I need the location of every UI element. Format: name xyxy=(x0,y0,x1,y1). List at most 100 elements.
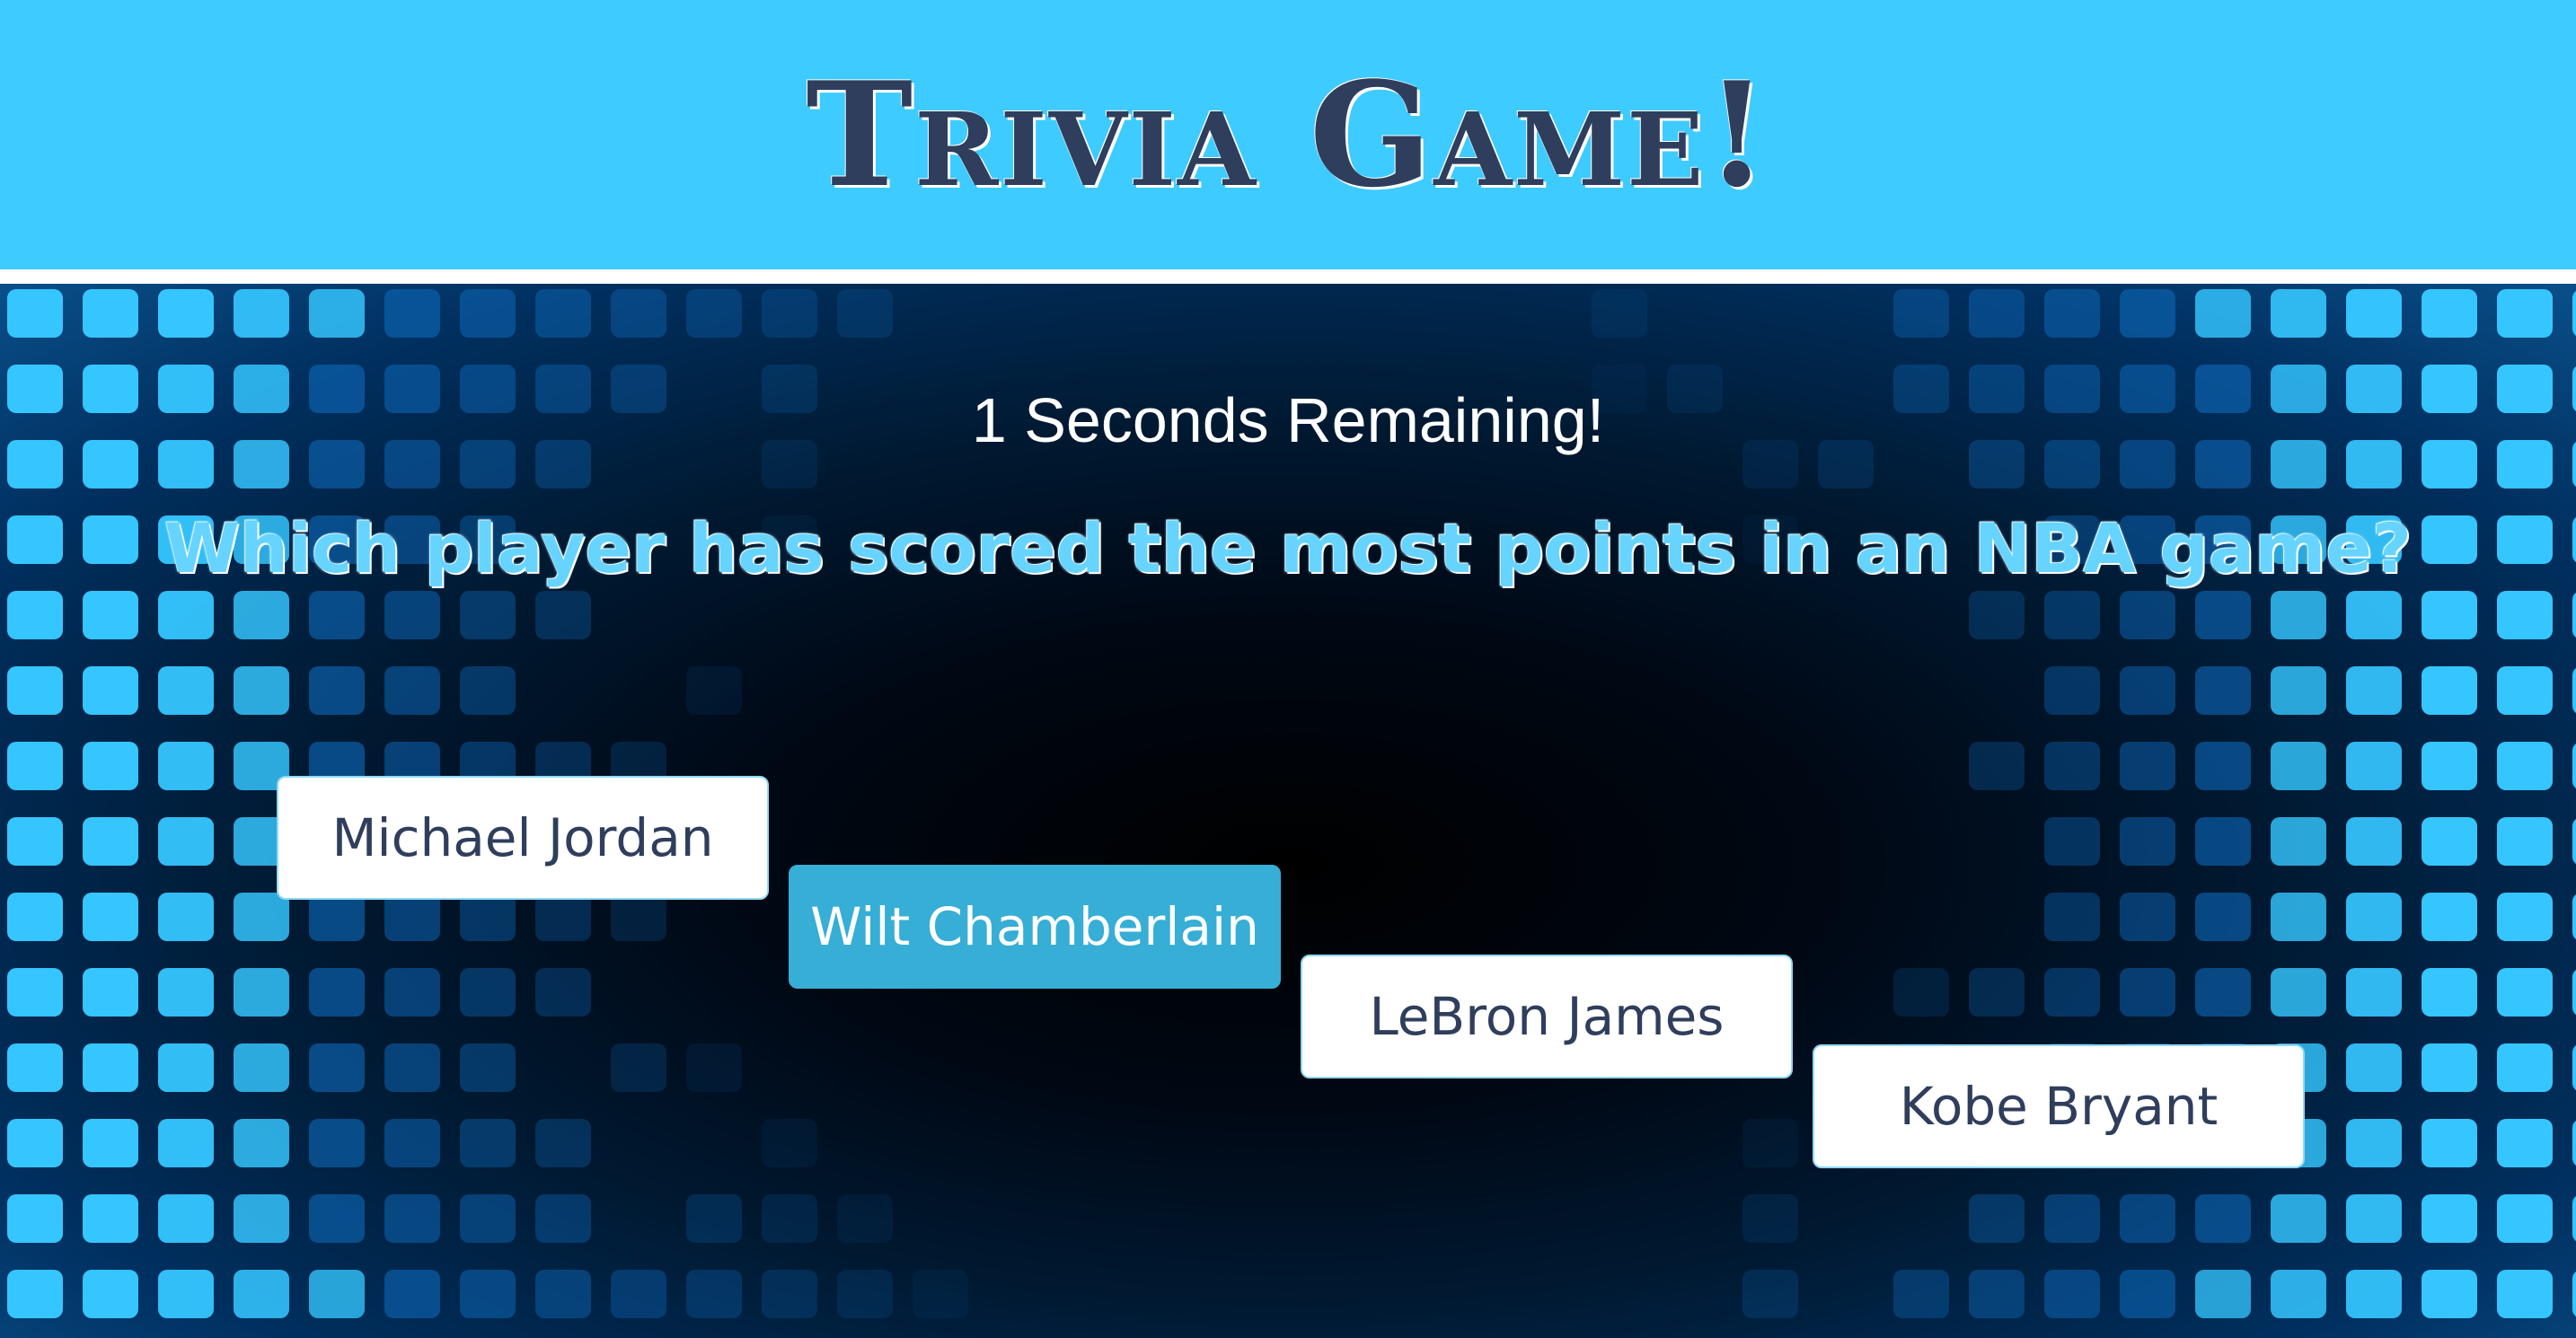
background-tile xyxy=(2422,1043,2477,1092)
background-tile xyxy=(611,1270,666,1318)
background-tile xyxy=(2271,666,2326,715)
background-tile xyxy=(83,591,138,639)
background-tile xyxy=(2346,591,2402,639)
page-title: Trivia Game! xyxy=(806,50,1770,219)
background-tile xyxy=(2422,289,2477,338)
background-tile xyxy=(535,893,591,941)
background-tile xyxy=(1969,968,2025,1017)
background-tile xyxy=(1969,742,2025,790)
background-tile xyxy=(460,591,516,639)
background-tile xyxy=(2044,666,2100,715)
background-tile xyxy=(309,968,365,1017)
background-tile xyxy=(2346,742,2402,790)
background-tile xyxy=(7,1119,63,1167)
background-tile xyxy=(1742,1194,1798,1243)
background-tile xyxy=(1969,1270,2025,1318)
answer-button-lebron-james[interactable]: LeBron James xyxy=(1301,955,1793,1078)
background-tile xyxy=(2120,817,2175,866)
background-tile xyxy=(384,591,440,639)
background-tile xyxy=(2497,893,2553,941)
background-tile xyxy=(234,1119,289,1167)
background-tile xyxy=(2497,742,2553,790)
background-tile xyxy=(2044,1194,2100,1243)
background-tile xyxy=(2572,1196,2576,1241)
answer-button-wilt-chamberlain[interactable]: Wilt Chamberlain xyxy=(789,865,1281,989)
background-tile xyxy=(384,1194,440,1243)
background-tile xyxy=(2346,666,2402,715)
background-tile xyxy=(234,1043,289,1092)
background-tile xyxy=(2195,1270,2251,1318)
background-tile xyxy=(2346,968,2402,1017)
background-tile xyxy=(2044,289,2100,338)
background-tile xyxy=(234,1270,289,1318)
background-tile xyxy=(535,591,591,639)
background-tile xyxy=(2044,742,2100,790)
background-tile xyxy=(2195,289,2251,338)
background-tile xyxy=(1592,289,1647,338)
background-tile xyxy=(2346,817,2402,866)
background-tile xyxy=(2120,742,2175,790)
background-tile xyxy=(460,1043,516,1092)
background-tile xyxy=(2271,893,2326,941)
background-tile xyxy=(2120,591,2175,639)
background-tile xyxy=(2271,742,2326,790)
background-tile xyxy=(2572,1045,2576,1090)
background-tile xyxy=(1742,1270,1798,1318)
background-tile xyxy=(158,893,214,941)
background-tile xyxy=(2120,1270,2175,1318)
background-tile xyxy=(2195,591,2251,639)
background-tile xyxy=(83,893,138,941)
background-tile xyxy=(2497,817,2553,866)
background-tile xyxy=(158,1270,214,1318)
background-tile xyxy=(2422,1270,2477,1318)
background-tile xyxy=(158,1043,214,1092)
background-tile xyxy=(2422,1119,2477,1167)
background-tile xyxy=(309,1043,365,1092)
background-tile xyxy=(234,666,289,715)
answer-button-kobe-bryant[interactable]: Kobe Bryant xyxy=(1813,1044,2305,1168)
background-tile xyxy=(913,1270,968,1318)
background-tile xyxy=(2346,289,2402,338)
background-tile xyxy=(309,666,365,715)
background-tile xyxy=(2572,1121,2576,1166)
background-tile xyxy=(2572,593,2576,638)
background-tile xyxy=(158,742,214,790)
background-tile xyxy=(158,591,214,639)
answer-label: Wilt Chamberlain xyxy=(810,896,1259,957)
background-tile xyxy=(2195,666,2251,715)
background-tile xyxy=(611,289,666,338)
background-tile xyxy=(762,1194,817,1243)
background-tile xyxy=(2422,742,2477,790)
background-tile xyxy=(234,591,289,639)
background-tile xyxy=(2271,968,2326,1017)
background-tile xyxy=(535,1270,591,1318)
background-tile xyxy=(2195,893,2251,941)
background-tile xyxy=(2346,1270,2402,1318)
background-tile xyxy=(83,1119,138,1167)
background-tile xyxy=(2422,968,2477,1017)
background-tile xyxy=(2422,666,2477,715)
background-tile xyxy=(83,1194,138,1243)
background-tile xyxy=(2120,666,2175,715)
background-tile xyxy=(309,1270,365,1318)
background-tile xyxy=(309,893,365,941)
background-tile xyxy=(2044,968,2100,1017)
answer-button-michael-jordan[interactable]: Michael Jordan xyxy=(277,776,769,900)
background-tile xyxy=(460,666,516,715)
background-tile xyxy=(686,1194,742,1243)
background-tile xyxy=(309,289,365,338)
background-tile xyxy=(460,1270,516,1318)
background-tile xyxy=(83,666,138,715)
background-tile xyxy=(460,968,516,1017)
background-tile xyxy=(460,893,516,941)
background-tile xyxy=(2497,666,2553,715)
background-tile xyxy=(2497,289,2553,338)
background-tile xyxy=(460,1119,516,1167)
background-tile xyxy=(384,1270,440,1318)
background-tile xyxy=(7,742,63,790)
background-tile xyxy=(2346,1194,2402,1243)
background-tile xyxy=(2120,289,2175,338)
background-tile xyxy=(2422,817,2477,866)
background-tile xyxy=(2572,819,2576,864)
background-tile xyxy=(2497,1043,2553,1092)
